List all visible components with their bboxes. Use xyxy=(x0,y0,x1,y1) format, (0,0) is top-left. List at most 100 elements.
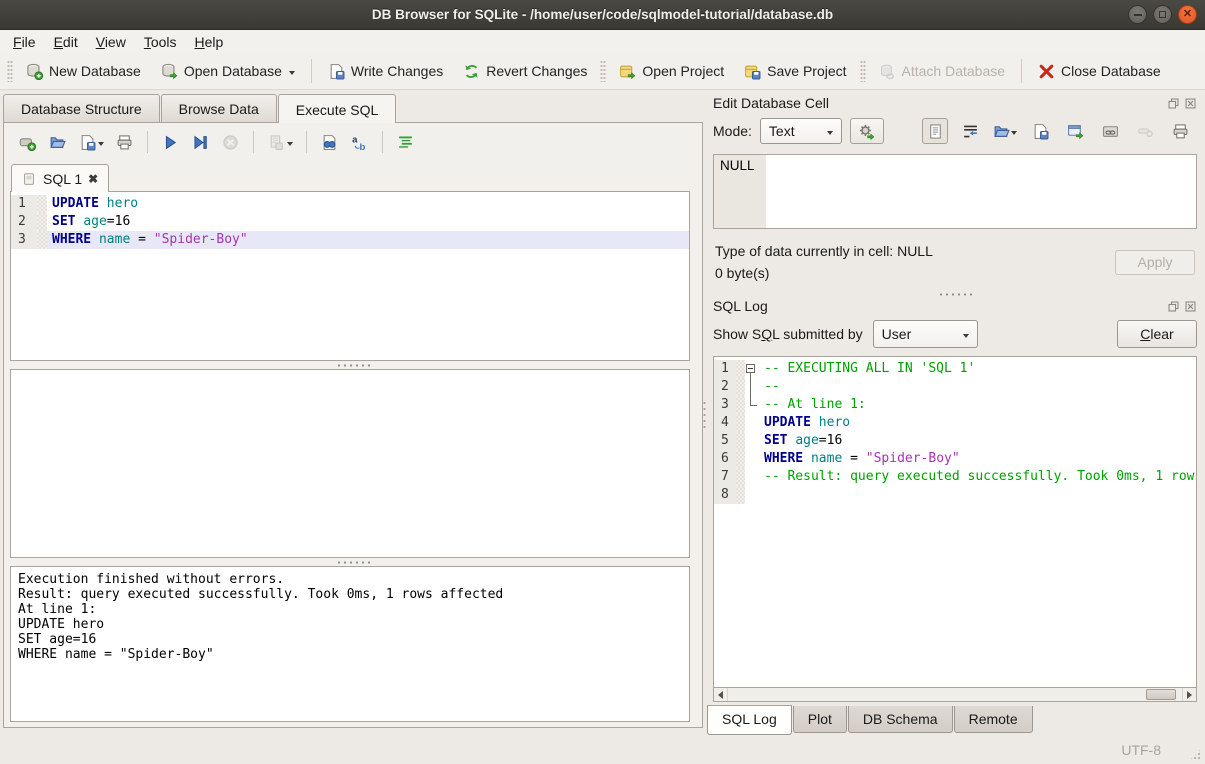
bottom-tab-sql-log[interactable]: SQL Log xyxy=(707,705,792,735)
arrow-right-icon xyxy=(1187,691,1196,699)
menu-item-view[interactable]: View xyxy=(87,32,135,52)
fold-margin xyxy=(736,414,745,432)
menu-item-edit[interactable]: Edit xyxy=(45,32,87,52)
close-panel-icon[interactable] xyxy=(1184,97,1197,110)
fold-margin xyxy=(37,195,47,213)
print-cell-button[interactable] xyxy=(1167,118,1193,144)
message-line: SET age=16 xyxy=(18,632,682,647)
horizontal-scrollbar[interactable] xyxy=(713,687,1197,702)
svg-text:a: a xyxy=(352,134,358,145)
chevron-down-icon[interactable] xyxy=(287,142,293,149)
save-project-button[interactable]: Save Project xyxy=(734,58,856,85)
sql-tab[interactable]: SQL 1 ✖ xyxy=(11,164,109,192)
export-data-button[interactable] xyxy=(1027,118,1053,144)
scroll-right-arrow[interactable] xyxy=(1182,688,1196,701)
menu-item-tools[interactable]: Tools xyxy=(135,32,186,52)
splitter-handle[interactable] xyxy=(4,558,702,566)
sql-log-filter-row: Show SQL submitted by User Clear xyxy=(705,316,1205,352)
fold-marker xyxy=(745,450,759,468)
menu-item-help[interactable]: Help xyxy=(186,32,233,52)
tab-database-structure[interactable]: Database Structure xyxy=(3,94,160,122)
cell-editor[interactable]: NULL xyxy=(713,154,1197,229)
open-project-button[interactable]: Open Project xyxy=(609,58,734,85)
open-database-label: Open Database xyxy=(184,63,282,79)
chevron-down-icon[interactable] xyxy=(1011,131,1017,138)
new-database-button[interactable]: New Database xyxy=(16,58,151,85)
new-sql-tab-button[interactable] xyxy=(18,133,37,152)
maximize-button[interactable] xyxy=(1153,5,1172,24)
tab-execute-sql[interactable]: Execute SQL xyxy=(278,94,397,123)
scrollbar-thumb[interactable] xyxy=(1146,689,1176,700)
menu-bar: FileEditViewToolsHelp xyxy=(0,30,1205,53)
toolbar-handle xyxy=(600,60,606,82)
find-button[interactable] xyxy=(320,133,339,152)
code-line: 1-- EXECUTING ALL IN 'SQL 1' xyxy=(714,360,1196,378)
tab-new-icon xyxy=(18,133,37,152)
close-panel-icon[interactable] xyxy=(1184,300,1197,313)
chevron-down-icon[interactable] xyxy=(289,71,295,78)
mode-select[interactable]: Text xyxy=(760,118,842,144)
scroll-left-arrow[interactable] xyxy=(714,688,728,701)
document-icon xyxy=(927,123,944,140)
sql-log-view[interactable]: 1-- EXECUTING ALL IN 'SQL 1'2--3-- At li… xyxy=(713,356,1197,687)
open-sql-file-button[interactable] xyxy=(48,133,67,152)
encoding-label: UTF-8 xyxy=(1121,742,1161,758)
cell-mode-row: Mode: Text xyxy=(705,113,1205,148)
code-line: 6WHERE name = "Spider-Boy" xyxy=(714,450,1196,468)
close-database-button[interactable]: Close Database xyxy=(1028,58,1171,85)
line-number: 6 xyxy=(714,450,736,468)
bottom-tab-plot[interactable]: Plot xyxy=(793,706,847,733)
cell-editor-area[interactable] xyxy=(766,155,1196,228)
cell-value: NULL xyxy=(714,155,766,228)
save-sql-file-button[interactable] xyxy=(78,133,104,152)
find-replace-button[interactable]: ab xyxy=(350,133,369,152)
sql-editor[interactable]: 1UPDATE hero2SET age=163WHERE name = "Sp… xyxy=(10,191,690,361)
open-external-button[interactable] xyxy=(1062,118,1088,144)
menu-item-file[interactable]: File xyxy=(4,32,45,52)
write-changes-button[interactable]: Write Changes xyxy=(318,58,453,85)
line-number: 5 xyxy=(714,432,736,450)
submitted-by-select[interactable]: User xyxy=(873,320,978,348)
execute-current-line-button[interactable] xyxy=(191,133,210,152)
toolbar-separator xyxy=(147,131,148,153)
minimize-icon xyxy=(1134,14,1142,16)
float-panel-icon[interactable] xyxy=(1167,300,1180,313)
sql-document-icon xyxy=(20,170,37,187)
attach-database-button: Attach Database xyxy=(869,58,1016,85)
minimize-button[interactable] xyxy=(1128,5,1147,24)
code-line: 3-- At line 1: xyxy=(714,396,1196,414)
clear-button[interactable]: Clear xyxy=(1117,320,1197,348)
copy-link-button[interactable] xyxy=(1097,118,1123,144)
close-button[interactable]: ✕ xyxy=(1178,5,1197,24)
line-number: 4 xyxy=(714,414,736,432)
import-data-button[interactable] xyxy=(992,118,1018,144)
revert-changes-button[interactable]: Revert Changes xyxy=(453,58,597,85)
bottom-tab-remote[interactable]: Remote xyxy=(954,706,1033,733)
tab-close-icon[interactable]: ✖ xyxy=(88,172,98,186)
chevron-down-icon[interactable] xyxy=(98,142,104,149)
format-sql-button[interactable] xyxy=(396,133,415,152)
code-line: 8 xyxy=(714,486,1196,504)
fold-marker[interactable] xyxy=(745,360,759,378)
float-panel-icon[interactable] xyxy=(1167,97,1180,110)
attach-database-label: Attach Database xyxy=(902,63,1006,79)
tab-browse-data[interactable]: Browse Data xyxy=(161,94,277,122)
fold-margin xyxy=(736,468,745,486)
splitter-handle[interactable] xyxy=(705,290,1205,298)
splitter-handle[interactable] xyxy=(4,361,702,369)
execute-all-button[interactable] xyxy=(161,133,180,152)
autoswitch-mode-button[interactable] xyxy=(850,118,884,144)
word-wrap-button[interactable] xyxy=(957,118,983,144)
cell-size-text: 0 byte(s) xyxy=(715,262,933,284)
bottom-tab-db-schema[interactable]: DB Schema xyxy=(848,706,953,733)
edit-cell-title: Edit Database Cell xyxy=(713,95,1167,111)
resize-grip[interactable] xyxy=(1189,748,1202,761)
close-database-label: Close Database xyxy=(1061,63,1161,79)
print-sql-button[interactable] xyxy=(115,133,134,152)
line-number: 8 xyxy=(714,486,736,504)
open-database-button[interactable]: Open Database xyxy=(151,58,305,85)
results-pane[interactable] xyxy=(10,369,690,558)
code-line: 3WHERE name = "Spider-Boy" xyxy=(11,231,689,249)
text-mode-button[interactable] xyxy=(922,118,948,144)
print-icon xyxy=(1172,123,1189,140)
